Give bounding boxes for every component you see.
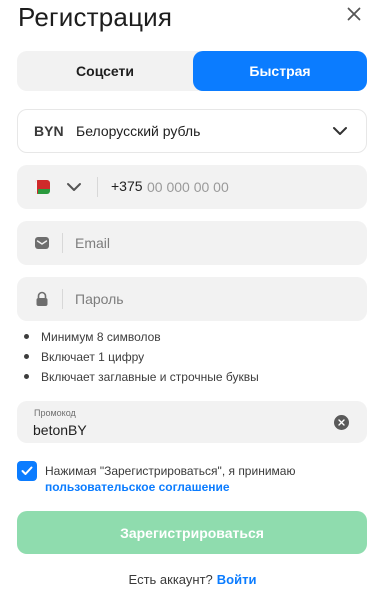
password-rules: Минимум 8 символов Включает 1 цифру Вклю… [24, 330, 259, 390]
agreement-text: Нажимая "Зарегистрироваться", я принимаю [45, 464, 296, 478]
agreement-checkbox[interactable] [17, 461, 37, 481]
user-agreement-link[interactable]: пользовательское соглашение [45, 479, 230, 495]
password-rule: Минимум 8 символов [24, 330, 259, 350]
belarus-flag-icon[interactable] [35, 180, 50, 194]
currency-code: BYN [34, 123, 64, 139]
login-link[interactable]: Войти [217, 572, 257, 587]
promo-label: Промокод [34, 408, 76, 418]
country-chevron-down-icon[interactable] [66, 181, 82, 193]
have-account-text: Есть аккаунт? [128, 572, 213, 587]
email-divider [62, 233, 63, 253]
close-button[interactable] [344, 4, 364, 24]
register-button[interactable]: Зарегистрироваться [17, 511, 367, 554]
promo-input[interactable] [33, 420, 313, 440]
phone-input[interactable] [147, 176, 347, 198]
password-rule: Включает заглавные и строчные буквы [24, 370, 259, 390]
chevron-down-icon [333, 127, 347, 135]
password-field [17, 277, 367, 321]
phone-divider [97, 177, 98, 197]
login-prompt: Есть аккаунт? Войти [0, 572, 385, 587]
tab-social[interactable]: Соцсети [17, 51, 193, 91]
phone-country-code: +375 [111, 178, 143, 194]
currency-select[interactable]: BYN Белорусский рубль [17, 109, 367, 153]
password-rule: Включает 1 цифру [24, 350, 259, 370]
currency-name: Белорусский рубль [76, 123, 201, 139]
clear-icon [338, 419, 345, 426]
tab-fast[interactable]: Быстрая [193, 51, 367, 91]
phone-field: +375 [17, 165, 367, 209]
lock-icon [36, 291, 48, 306]
email-input[interactable] [75, 232, 345, 254]
page-title: Регистрация [18, 2, 173, 32]
close-icon [347, 7, 361, 21]
clear-promo-button[interactable] [334, 415, 349, 430]
registration-tabs: Соцсети Быстрая [17, 51, 367, 91]
promo-field: Промокод [17, 401, 367, 443]
email-field [17, 221, 367, 265]
password-input[interactable] [75, 288, 345, 310]
checkmark-icon [21, 466, 33, 475]
envelope-icon [35, 237, 49, 249]
password-divider [62, 289, 63, 309]
